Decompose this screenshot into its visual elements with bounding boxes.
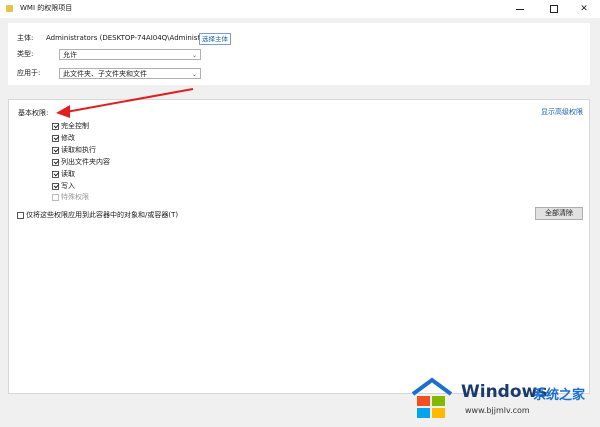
windows-logo-icon [411,377,453,418]
annotation-arrow [56,88,194,118]
logo-url: www.bjjmlv.com [465,406,530,415]
logo-brand-cn: 系统之家 [533,388,586,403]
watermark-logo: Windows 系统之家 www.bjjmlv.com [405,374,595,424]
